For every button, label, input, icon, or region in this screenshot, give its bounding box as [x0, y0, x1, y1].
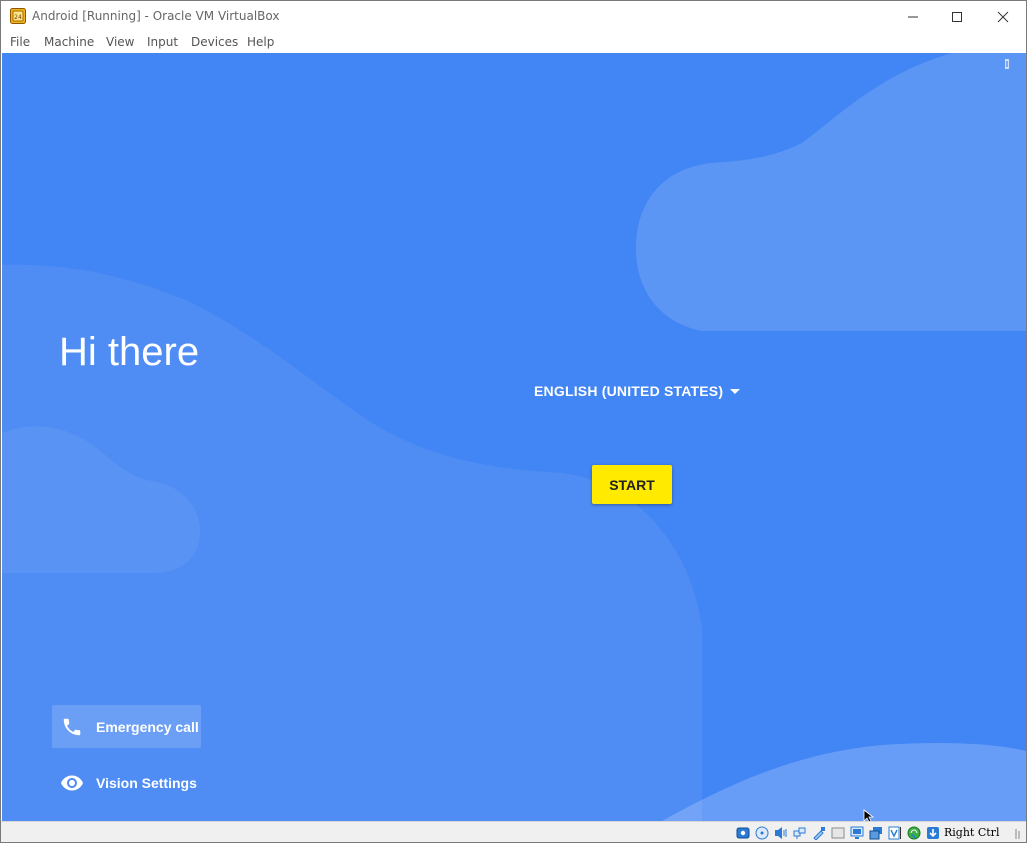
menu-file[interactable]: File — [10, 35, 30, 49]
network-signal-icon — [1005, 59, 1009, 69]
usb-icon[interactable] — [811, 825, 827, 841]
mouse-integration-icon[interactable] — [906, 825, 922, 841]
keyboard-capture-icon[interactable] — [925, 825, 941, 841]
network-icon[interactable] — [792, 825, 808, 841]
vision-settings-button[interactable]: Vision Settings — [52, 761, 201, 804]
android-screen[interactable]: Hi there ENGLISH (UNITED STATES) START E… — [2, 53, 1026, 821]
eye-icon — [60, 771, 84, 795]
menu-machine[interactable]: Machine — [44, 35, 94, 49]
display-icon[interactable] — [849, 825, 865, 841]
language-selector-label: ENGLISH (UNITED STATES) — [534, 383, 724, 399]
menu-help[interactable]: Help — [247, 35, 274, 49]
svg-text:24: 24 — [14, 14, 22, 21]
hard-disk-icon[interactable] — [735, 825, 751, 841]
language-selector[interactable]: ENGLISH (UNITED STATES) — [534, 379, 741, 403]
mouse-pointer-icon — [863, 809, 875, 821]
virtualization-icon[interactable] — [887, 825, 903, 841]
emergency-call-label: Emergency call — [96, 718, 199, 735]
close-button[interactable] — [980, 1, 1026, 32]
menu-bar: File Machine View Input Devices Help — [1, 32, 1026, 52]
video-capture-icon[interactable] — [868, 825, 884, 841]
welcome-greeting: Hi there — [59, 330, 200, 374]
window-title: Android [Running] - Oracle VM VirtualBox — [32, 9, 280, 23]
status-icons — [735, 824, 944, 842]
menu-view[interactable]: View — [106, 35, 134, 49]
maximize-button[interactable] — [934, 1, 980, 32]
virtualbox-app-icon: 24 — [10, 8, 26, 24]
virtualbox-window: 24 Android [Running] - Oracle VM Virtual… — [0, 0, 1027, 843]
maximize-icon — [952, 11, 962, 22]
start-button[interactable]: START — [592, 465, 672, 504]
audio-icon[interactable] — [773, 825, 789, 841]
resize-grip-icon[interactable] — [1014, 828, 1024, 840]
menu-input[interactable]: Input — [147, 35, 178, 49]
minimize-icon — [908, 16, 918, 17]
status-bar: Right Ctrl — [1, 821, 1026, 842]
host-key-label: Right Ctrl — [944, 826, 1000, 839]
vision-settings-label: Vision Settings — [96, 774, 197, 791]
close-icon — [997, 11, 1009, 22]
title-bar[interactable]: 24 Android [Running] - Oracle VM Virtual… — [1, 1, 1026, 32]
start-button-label: START — [609, 476, 655, 493]
minimize-button[interactable] — [890, 1, 936, 32]
optical-drive-icon[interactable] — [754, 825, 770, 841]
phone-icon — [60, 715, 84, 739]
shared-folders-icon[interactable] — [830, 825, 846, 841]
dropdown-caret-icon — [730, 388, 741, 394]
menu-devices[interactable]: Devices — [191, 35, 238, 49]
emergency-call-button[interactable]: Emergency call — [52, 705, 201, 748]
